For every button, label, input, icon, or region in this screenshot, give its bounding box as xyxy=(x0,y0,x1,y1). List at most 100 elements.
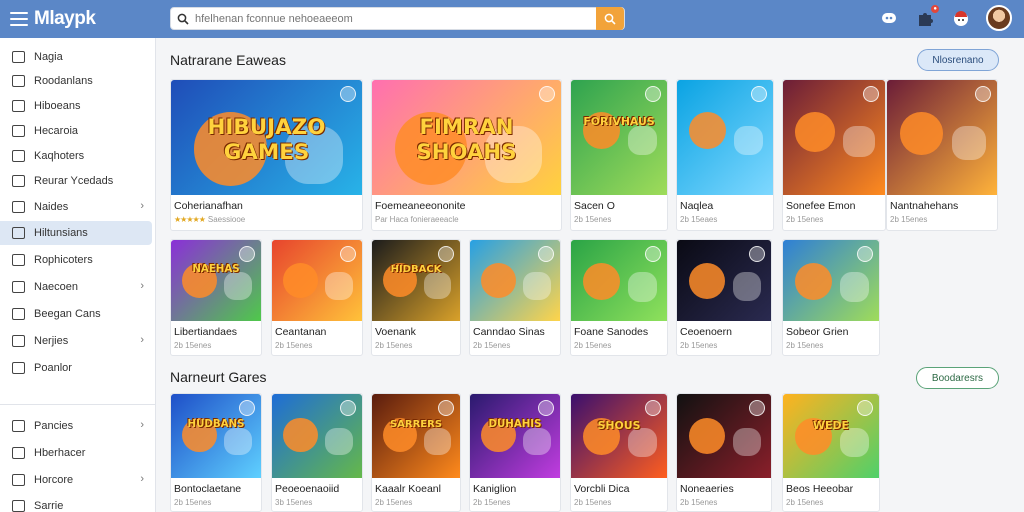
game-card[interactable]: WEDE Beos Heeobar 2b 15enes xyxy=(782,393,880,512)
sidebar-item[interactable]: Sarrie xyxy=(0,494,152,512)
sidebar-item-label: Naecoen xyxy=(34,281,79,293)
game-card[interactable]: Noneaeries 2b 15enes xyxy=(676,393,772,512)
game-thumbnail xyxy=(677,394,771,478)
category-icon xyxy=(12,500,25,512)
game-card[interactable]: HIBUJAZO GAMES Coherianafhan ★★★★★ Saessioo… xyxy=(170,79,363,231)
user-avatar[interactable] xyxy=(986,5,1012,31)
game-card[interactable]: Sonefee Emon 2b 15enes xyxy=(782,79,886,231)
game-card[interactable]: FORIVHAUS Sacen O 2b 15enes xyxy=(570,79,668,231)
sidebar-item[interactable]: Nagia xyxy=(0,45,152,69)
search-button[interactable] xyxy=(596,7,624,30)
game-meta: 2b 15enes xyxy=(574,498,611,507)
category-icon xyxy=(12,281,25,293)
sidebar-item[interactable]: Hecaroia xyxy=(0,119,152,143)
sidebar-item[interactable]: Rophicoters xyxy=(0,248,152,272)
game-card[interactable]: HIDBACK Voenank 2b 15enes xyxy=(371,239,461,356)
game-thumbnail xyxy=(571,240,667,321)
game-card[interactable]: DUHAHIS Kaniglion 2b 15enes xyxy=(469,393,561,512)
chevron-right-icon: › xyxy=(140,419,144,431)
badge-icon xyxy=(975,86,991,102)
game-art-title: SHOUS xyxy=(597,419,641,433)
game-card[interactable]: Canndao Sinas 2b 15enes xyxy=(469,239,561,356)
game-meta-text: 2b 15enes xyxy=(174,498,212,507)
game-card[interactable]: Naqlea 2b 15eaes xyxy=(676,79,774,231)
game-meta-text: 2b 15enes xyxy=(786,498,824,507)
sidebar-item[interactable]: Kaqhoters xyxy=(0,144,152,168)
game-meta: 2b 15enes xyxy=(786,498,823,507)
game-title: Nantnahehans xyxy=(890,200,959,212)
game-title: Noneaeries xyxy=(680,483,734,495)
game-card[interactable]: FIMRAN SHOAHS Foemeaneeononite Par Haca fo… xyxy=(371,79,562,231)
puzzle-icon[interactable]: ● xyxy=(914,5,939,29)
game-art-title: WEDE xyxy=(813,419,849,433)
game-card[interactable]: Peoeoenaoiid 3b 15enes xyxy=(271,393,363,512)
game-art-title: HIDBACK xyxy=(390,264,442,276)
game-meta-text: 2b 15enes xyxy=(574,215,612,224)
category-icon xyxy=(12,175,25,187)
sidebar-item[interactable]: Hberhacer xyxy=(0,441,152,465)
game-meta: 2b 15enes xyxy=(174,341,211,350)
sidebar-item[interactable]: Roodanlans xyxy=(0,69,152,93)
game-meta: ★★★★★ Saessiooe xyxy=(174,215,245,224)
sidebar-item[interactable]: Naecoen › xyxy=(0,275,152,299)
game-card[interactable]: SARRERS Kaaalr Koeanl 2b 15enes xyxy=(371,393,461,512)
game-title: Peoeoenaoiid xyxy=(275,483,340,495)
badge-icon xyxy=(438,400,454,416)
game-title: Bontoclaetane xyxy=(174,483,242,495)
game-thumbnail: SHOUS xyxy=(571,394,667,478)
game-art-title: FIMRAN SHOAHS xyxy=(416,114,517,165)
sidebar-item[interactable]: Hiboeans xyxy=(0,94,152,118)
sidebar-item[interactable]: Hiltunsians xyxy=(0,221,152,245)
sidebar-item-label: Naides xyxy=(34,201,69,213)
sidebar-item[interactable]: Beegan Cans xyxy=(0,302,152,326)
game-meta: 2b 15enes xyxy=(275,341,312,350)
sidebar-divider xyxy=(0,404,156,405)
game-title: Vorcbli Dica xyxy=(574,483,630,495)
see-all-button[interactable]: Nlosrenano xyxy=(917,49,999,71)
game-card[interactable]: Ceoenoern 2b 15enes xyxy=(676,239,772,356)
game-card[interactable]: SHOUS Vorcbli Dica 2b 15enes xyxy=(570,393,668,512)
badge-icon xyxy=(749,400,765,416)
sidebar-item[interactable]: Horcore › xyxy=(0,468,152,492)
menu-icon[interactable] xyxy=(10,12,28,26)
game-meta-text: 2b 15enes xyxy=(786,215,824,224)
gamepad-icon[interactable] xyxy=(878,7,900,29)
game-card[interactable]: Nantnahehans 2b 15enes xyxy=(886,79,998,231)
mascot-icon[interactable] xyxy=(950,7,972,29)
browse-button[interactable]: Boodaresrs xyxy=(916,367,999,389)
sidebar-item[interactable]: Pancies › xyxy=(0,414,152,438)
category-icon xyxy=(12,75,25,87)
game-card[interactable]: Sobeor Grien 2b 15enes xyxy=(782,239,880,356)
game-card[interactable]: HUDBANS Bontoclaetane 2b 15enes xyxy=(170,393,262,512)
game-meta-text: Saessiooe xyxy=(207,215,246,224)
badge-icon xyxy=(749,246,765,262)
game-title: Voenank xyxy=(375,326,416,338)
badge-icon xyxy=(538,246,554,262)
game-thumbnail xyxy=(783,240,879,321)
sidebar-item[interactable]: Nerjies › xyxy=(0,329,152,353)
game-card[interactable]: Foane Sanodes 2b 15enes xyxy=(570,239,668,356)
category-icon xyxy=(12,100,25,112)
category-icon xyxy=(12,201,25,213)
game-card[interactable]: Ceantanan 2b 15enes xyxy=(271,239,363,356)
rating-stars: ★★★★★ xyxy=(174,215,206,224)
sidebar-item-label: Rophicoters xyxy=(34,254,93,266)
game-thumbnail xyxy=(783,80,885,195)
game-title: Kaaalr Koeanl xyxy=(375,483,441,495)
badge-icon xyxy=(863,86,879,102)
sidebar-item[interactable]: Poanlor xyxy=(0,356,152,380)
game-meta: 2b 15enes xyxy=(680,498,717,507)
game-art-title: SARRERS xyxy=(389,419,443,431)
game-title: Sobeor Grien xyxy=(786,326,849,338)
app-logo[interactable]: Mlaypk xyxy=(34,8,96,30)
sidebar-item[interactable]: Reurar Ycedads xyxy=(0,169,152,193)
sidebar-item-label: Horcore xyxy=(34,474,74,486)
sidebar-item-label: Hiboeans xyxy=(34,100,81,112)
badge-icon xyxy=(751,86,767,102)
game-thumbnail: DUHAHIS xyxy=(470,394,560,478)
game-meta-text: 2b 15enes xyxy=(574,341,612,350)
sidebar-item[interactable]: Naides › xyxy=(0,195,152,219)
search-input[interactable] xyxy=(195,12,596,25)
category-icon xyxy=(12,254,25,266)
game-card[interactable]: NAEHAS Libertiandaes 2b 15enes xyxy=(170,239,262,356)
